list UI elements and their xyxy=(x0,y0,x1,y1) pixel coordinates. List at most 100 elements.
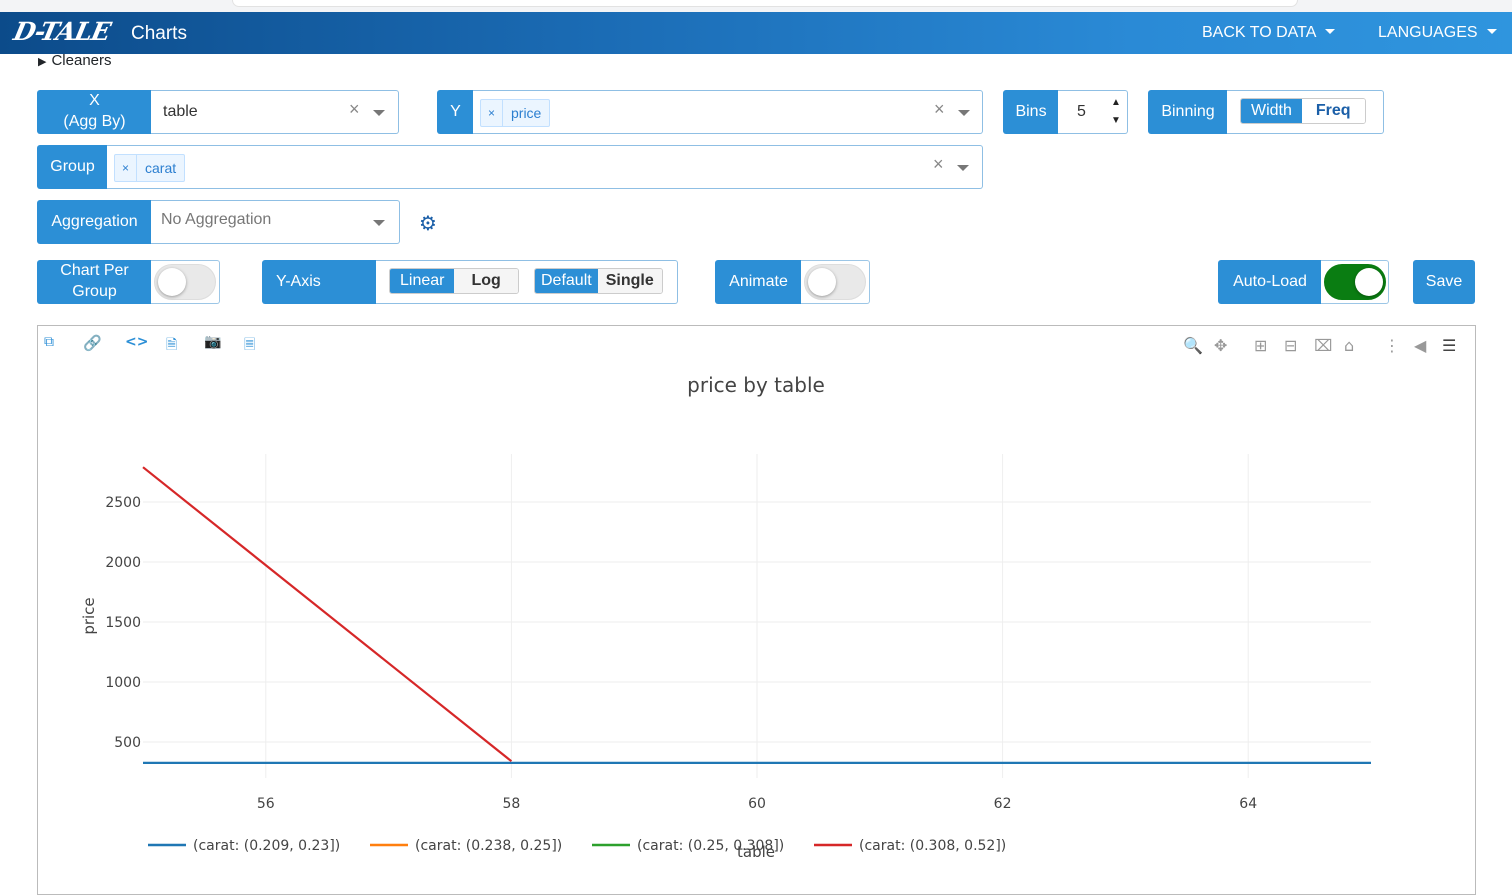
triangle-right-icon: ▶ xyxy=(38,56,47,68)
toggle-knob xyxy=(158,268,186,296)
save-button[interactable]: Save xyxy=(1413,260,1475,304)
y-axis-label: price xyxy=(80,597,98,634)
bins-label: Bins xyxy=(1003,90,1059,134)
group-tag: × carat xyxy=(114,154,186,182)
x-tick-label: 60 xyxy=(748,796,766,812)
y-label-text: Y xyxy=(450,102,461,120)
y-select[interactable]: × price × xyxy=(473,90,983,134)
series-line-3 xyxy=(142,466,513,763)
browser-tab-strip xyxy=(0,0,1512,12)
toggle-knob xyxy=(1355,268,1383,296)
chart-per-group-line1: Chart Per xyxy=(60,262,129,280)
animate-label: Animate xyxy=(715,260,802,304)
binning-options: Width Freq xyxy=(1227,90,1384,134)
toggle-knob xyxy=(808,268,836,296)
binning-width-button[interactable]: Width xyxy=(1241,99,1302,123)
y-axis-log-button[interactable]: Log xyxy=(454,269,518,293)
x-label: X (Agg By) xyxy=(37,90,152,134)
legend-item: (carat: (0.238, 0.25]) xyxy=(415,838,562,854)
x-select[interactable]: table × xyxy=(151,90,399,134)
chevron-down-icon[interactable] xyxy=(957,165,969,171)
dtale-logo[interactable]: D-TALE xyxy=(11,17,113,46)
auto-load-label-text: Auto-Load xyxy=(1233,272,1307,290)
languages-menu[interactable]: LANGUAGES xyxy=(1378,24,1497,42)
save-button-label: Save xyxy=(1425,273,1463,290)
languages-label: LANGUAGES xyxy=(1378,24,1478,41)
x-tick-label: 62 xyxy=(994,796,1012,812)
y-tag-label: price xyxy=(511,105,542,121)
y-axis-single-button[interactable]: Single xyxy=(597,269,662,293)
browser-address-bar[interactable] xyxy=(232,0,1298,7)
top-navbar: D-TALE Charts BACK TO DATA LANGUAGES xyxy=(0,12,1512,54)
chart-panel: ⧉ 🔗 <> 🗎 📷 🗏 🔍 ✥ ⊞ ⊟ ⌧ ⌂ ⋮ ◀ ☰ price by … xyxy=(37,325,1476,895)
chevron-down-icon[interactable] xyxy=(958,110,970,116)
chart-per-group-label: Chart Per Group xyxy=(37,260,152,304)
aggregation-placeholder: No Aggregation xyxy=(161,211,272,228)
binning-label: Binning xyxy=(1148,90,1228,134)
animate-toggle[interactable] xyxy=(804,264,866,300)
x-select-value: table xyxy=(163,103,198,120)
spinner-down-icon[interactable]: ▼ xyxy=(1111,115,1121,126)
page-title: Charts xyxy=(131,23,187,44)
clear-icon[interactable]: × xyxy=(933,154,944,175)
y-tick-label: 2500 xyxy=(105,495,141,511)
bins-input[interactable]: 5 ▲ ▼ xyxy=(1058,90,1128,134)
group-label-text: Group xyxy=(50,157,95,175)
bins-label-text: Bins xyxy=(1015,102,1047,120)
chevron-down-icon[interactable] xyxy=(373,110,385,116)
aggregation-label-text: Aggregation xyxy=(51,212,138,230)
y-tick-label: 1000 xyxy=(105,675,141,691)
bins-value: 5 xyxy=(1077,103,1086,120)
chart-title: price by table xyxy=(687,373,825,397)
cleaners-label: Cleaners xyxy=(51,52,112,69)
binning-segmented-control: Width Freq xyxy=(1240,98,1366,124)
legend-item: (carat: (0.25, 0.308]) xyxy=(637,838,784,854)
y-tag: × price xyxy=(480,99,551,127)
chevron-down-icon[interactable] xyxy=(373,220,385,226)
gear-icon[interactable]: ⚙ xyxy=(419,211,437,235)
y-axis-label: Y-Axis xyxy=(262,260,377,304)
y-axis-mode-control: Default Single xyxy=(534,268,663,294)
group-label: Group xyxy=(37,145,108,189)
binning-freq-button[interactable]: Freq xyxy=(1301,99,1365,123)
y-axis-linear-button[interactable]: Linear xyxy=(390,269,455,293)
remove-tag-icon[interactable]: × xyxy=(481,100,503,126)
spinner-up-icon[interactable]: ▲ xyxy=(1111,97,1121,108)
x-tick-label: 56 xyxy=(257,796,275,812)
clear-icon[interactable]: × xyxy=(349,99,360,120)
remove-tag-icon[interactable]: × xyxy=(115,155,137,181)
animate-label-text: Animate xyxy=(729,272,788,290)
y-tick-label: 1500 xyxy=(105,615,141,631)
x-label-line1: X xyxy=(89,92,100,110)
back-to-data-menu[interactable]: BACK TO DATA xyxy=(1202,24,1336,42)
y-axis-label-text: Y-Axis xyxy=(276,272,321,290)
auto-load-label: Auto-Load xyxy=(1218,260,1322,304)
caret-down-icon xyxy=(1486,29,1497,34)
back-to-data-label: BACK TO DATA xyxy=(1202,24,1317,41)
auto-load-toggle[interactable] xyxy=(1324,264,1386,300)
y-axis-scale-control: Linear Log xyxy=(389,268,519,294)
aggregation-select[interactable]: No Aggregation xyxy=(151,200,400,244)
y-label: Y xyxy=(437,90,474,134)
chart-plot: price by table 500 1000 1500 2000 2500 56 58 60 6… xyxy=(80,373,1371,861)
y-axis-default-button[interactable]: Default xyxy=(535,269,598,293)
aggregation-label: Aggregation xyxy=(37,200,152,244)
y-axis-options: Linear Log Default Single xyxy=(376,260,678,304)
clear-icon[interactable]: × xyxy=(934,99,945,120)
animate-container xyxy=(801,260,870,304)
group-tag-label: carat xyxy=(145,160,177,176)
y-tick-label: 2000 xyxy=(105,555,141,571)
y-tick-label: 500 xyxy=(114,735,141,751)
auto-load-container xyxy=(1321,260,1389,304)
x-tick-label: 64 xyxy=(1239,796,1257,812)
caret-down-icon xyxy=(1325,29,1336,34)
group-select[interactable]: × carat × xyxy=(107,145,983,189)
chart-per-group-toggle[interactable] xyxy=(154,264,216,300)
x-label-line2: (Agg By) xyxy=(63,113,126,130)
chart-per-group-container xyxy=(151,260,220,304)
cleaners-toggle[interactable]: ▶ Cleaners xyxy=(38,52,112,69)
binning-label-text: Binning xyxy=(1161,102,1215,120)
legend-item: (carat: (0.209, 0.23]) xyxy=(193,838,340,854)
chart-per-group-line2: Group xyxy=(72,283,117,300)
x-tick-label: 58 xyxy=(502,796,520,812)
